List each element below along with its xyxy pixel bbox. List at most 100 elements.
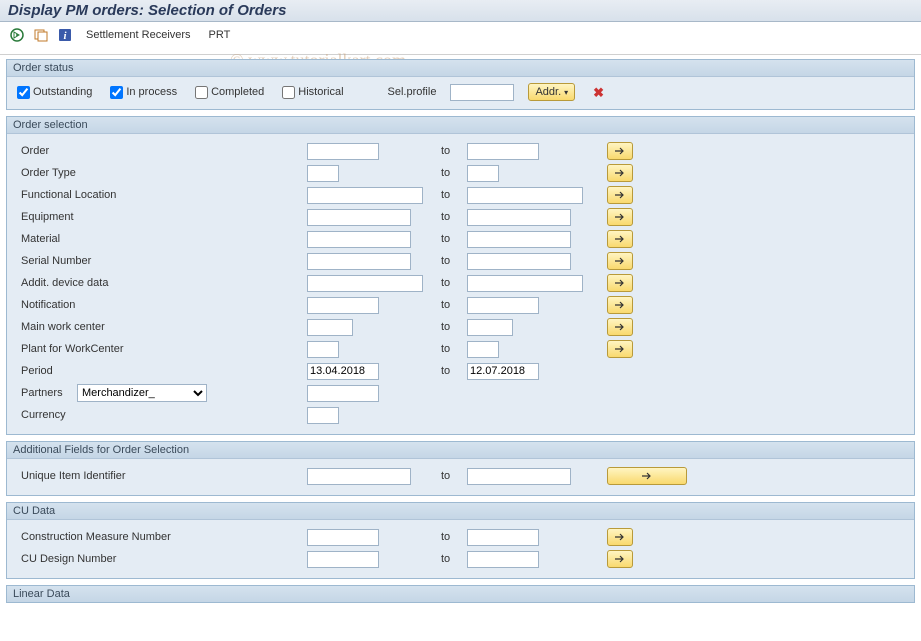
period-label: Period [17, 365, 167, 377]
delete-icon[interactable]: ✖ [589, 86, 608, 99]
outstanding-label: Outstanding [33, 86, 92, 98]
cmn-from-input[interactable] [307, 529, 379, 546]
main-work-center-to-input[interactable] [467, 319, 513, 336]
serial-number-label: Serial Number [17, 255, 167, 267]
arrow-right-icon [614, 234, 626, 244]
functional-location-to-input[interactable] [467, 187, 583, 204]
material-multi-button[interactable] [607, 230, 633, 248]
serial-number-from-input[interactable] [307, 253, 411, 270]
historical-checkbox-input[interactable] [282, 86, 295, 99]
group-additional-fields: Additional Fields for Order Selection Un… [6, 441, 915, 496]
arrow-right-icon [614, 168, 626, 178]
arrow-right-icon [614, 532, 626, 542]
arrow-right-icon [614, 146, 626, 156]
material-label: Material [17, 233, 167, 245]
partners-label: Partners [17, 387, 77, 399]
functional-location-multi-button[interactable] [607, 186, 633, 204]
variants-icon[interactable] [32, 26, 50, 44]
to-label: to [437, 299, 467, 311]
notification-multi-button[interactable] [607, 296, 633, 314]
plant-for-workcenter-multi-button[interactable] [607, 340, 633, 358]
cdn-from-input[interactable] [307, 551, 379, 568]
in-process-checkbox-input[interactable] [110, 86, 123, 99]
order-type-label: Order Type [17, 167, 167, 179]
arrow-right-icon [641, 471, 653, 481]
period-to-input[interactable] [467, 363, 539, 380]
group-order-status: Order status Outstanding In process Comp… [6, 59, 915, 110]
prt-button[interactable]: PRT [203, 27, 237, 43]
notification-to-input[interactable] [467, 297, 539, 314]
group-order-selection: Order selection Order to Order Type to F… [6, 116, 915, 435]
arrow-right-icon [614, 212, 626, 222]
serial-number-to-input[interactable] [467, 253, 571, 270]
group-additional-fields-title: Additional Fields for Order Selection [7, 442, 914, 459]
addit-device-data-from-input[interactable] [307, 275, 423, 292]
serial-number-multi-button[interactable] [607, 252, 633, 270]
material-to-input[interactable] [467, 231, 571, 248]
cdn-multi-button[interactable] [607, 550, 633, 568]
completed-checkbox[interactable]: Completed [195, 86, 264, 99]
to-label: to [437, 167, 467, 179]
equipment-to-input[interactable] [467, 209, 571, 226]
arrow-right-icon [614, 190, 626, 200]
group-order-status-title: Order status [7, 60, 914, 77]
addit-device-data-to-input[interactable] [467, 275, 583, 292]
to-label: to [437, 470, 467, 482]
uii-to-input[interactable] [467, 468, 571, 485]
functional-location-from-input[interactable] [307, 187, 423, 204]
settlement-receivers-button[interactable]: Settlement Receivers [80, 27, 197, 43]
construction-measure-number-label: Construction Measure Number [17, 531, 207, 543]
outstanding-checkbox-input[interactable] [17, 86, 30, 99]
to-label: to [437, 211, 467, 223]
period-from-input[interactable] [307, 363, 379, 380]
group-order-selection-title: Order selection [7, 117, 914, 134]
uii-from-input[interactable] [307, 468, 411, 485]
order-from-input[interactable] [307, 143, 379, 160]
main-work-center-multi-button[interactable] [607, 318, 633, 336]
order-multi-button[interactable] [607, 142, 633, 160]
in-process-checkbox[interactable]: In process [110, 86, 177, 99]
partners-select[interactable]: Merchandizer_ [77, 384, 207, 402]
addr-button[interactable]: Addr. ▾ [528, 83, 575, 101]
order-type-to-input[interactable] [467, 165, 499, 182]
historical-checkbox[interactable]: Historical [282, 86, 343, 99]
historical-label: Historical [298, 86, 343, 98]
uii-multi-button[interactable] [607, 467, 687, 485]
cmn-multi-button[interactable] [607, 528, 633, 546]
arrow-right-icon [614, 554, 626, 564]
cdn-to-input[interactable] [467, 551, 539, 568]
arrow-right-icon [614, 344, 626, 354]
main-work-center-from-input[interactable] [307, 319, 353, 336]
outstanding-checkbox[interactable]: Outstanding [17, 86, 92, 99]
to-label: to [437, 343, 467, 355]
main-work-center-label: Main work center [17, 321, 167, 333]
order-type-from-input[interactable] [307, 165, 339, 182]
equipment-from-input[interactable] [307, 209, 411, 226]
completed-checkbox-input[interactable] [195, 86, 208, 99]
execute-icon[interactable] [8, 26, 26, 44]
partners-value-input[interactable] [307, 385, 379, 402]
arrow-right-icon [614, 322, 626, 332]
order-type-multi-button[interactable] [607, 164, 633, 182]
plant-for-workcenter-from-input[interactable] [307, 341, 339, 358]
info-icon[interactable]: i [56, 26, 74, 44]
to-label: to [437, 145, 467, 157]
to-label: to [437, 365, 467, 377]
notification-from-input[interactable] [307, 297, 379, 314]
arrow-right-icon [614, 278, 626, 288]
to-label: to [437, 233, 467, 245]
functional-location-label: Functional Location [17, 189, 167, 201]
equipment-multi-button[interactable] [607, 208, 633, 226]
order-to-input[interactable] [467, 143, 539, 160]
addit-device-data-multi-button[interactable] [607, 274, 633, 292]
currency-input[interactable] [307, 407, 339, 424]
window-title: Display PM orders: Selection of Orders [0, 0, 921, 22]
cu-design-number-label: CU Design Number [17, 553, 207, 565]
plant-for-workcenter-to-input[interactable] [467, 341, 499, 358]
cmn-to-input[interactable] [467, 529, 539, 546]
sel-profile-input[interactable] [450, 84, 514, 101]
to-label: to [437, 277, 467, 289]
currency-label: Currency [17, 409, 167, 421]
chevron-down-icon: ▾ [564, 88, 568, 97]
material-from-input[interactable] [307, 231, 411, 248]
